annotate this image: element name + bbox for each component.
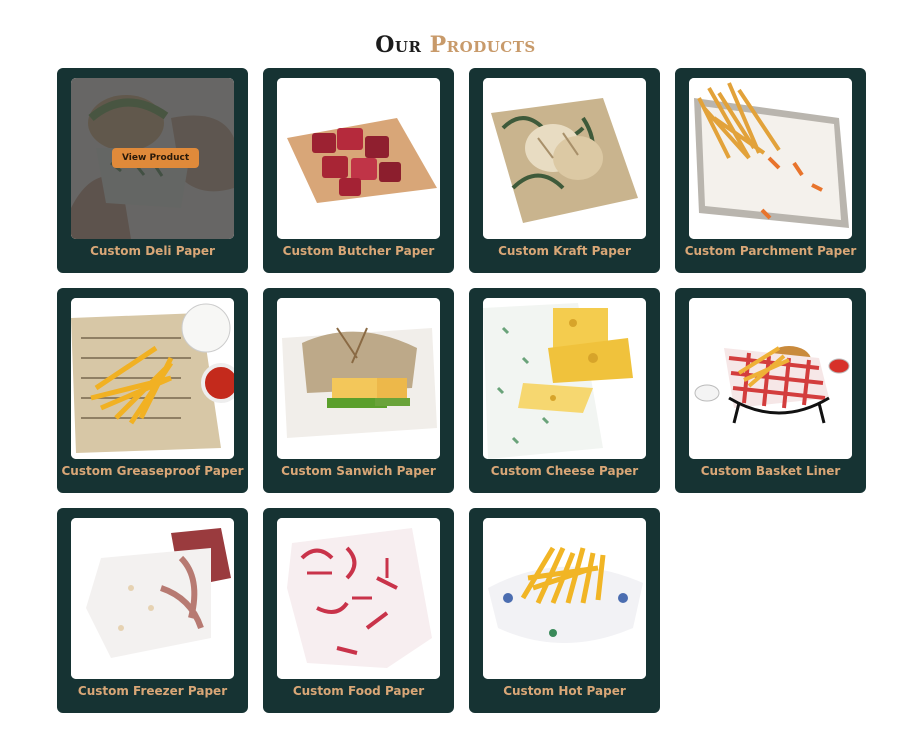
product-label[interactable]: Custom Sanwich Paper — [263, 464, 454, 478]
product-image-food-paper[interactable] — [277, 518, 440, 679]
product-card-greaseproof-paper[interactable]: Custom Greaseproof Paper — [57, 288, 248, 493]
product-label[interactable]: Custom Freezer Paper — [57, 684, 248, 698]
product-image-cheese-paper[interactable] — [483, 298, 646, 459]
product-card-butcher-paper[interactable]: Custom Butcher Paper — [263, 68, 454, 273]
product-grid: View Product Custom Deli Paper Custom Bu… — [57, 68, 866, 713]
product-image-deli-paper[interactable]: View Product — [71, 78, 234, 239]
product-label[interactable]: Custom Deli Paper — [57, 244, 248, 258]
product-image-freezer-paper[interactable] — [71, 518, 234, 679]
product-card-kraft-paper[interactable]: Custom Kraft Paper — [469, 68, 660, 273]
product-image-kraft-paper[interactable] — [483, 78, 646, 239]
heading-word-our: Our — [375, 32, 422, 59]
product-label[interactable]: Custom Butcher Paper — [263, 244, 454, 258]
product-card-parchment-paper[interactable]: Custom Parchment Paper — [675, 68, 866, 273]
product-label[interactable]: Custom Kraft Paper — [469, 244, 660, 258]
product-image-parchment-paper[interactable] — [689, 78, 852, 239]
product-label[interactable]: Custom Parchment Paper — [675, 244, 866, 258]
product-image-greaseproof-paper[interactable] — [71, 298, 234, 459]
product-card-cheese-paper[interactable]: Custom Cheese Paper — [469, 288, 660, 493]
product-image-hot-paper[interactable] — [483, 518, 646, 679]
product-image-sanwich-paper[interactable] — [277, 298, 440, 459]
product-card-sanwich-paper[interactable]: Custom Sanwich Paper — [263, 288, 454, 493]
product-card-hot-paper[interactable]: Custom Hot Paper — [469, 508, 660, 713]
view-product-button[interactable]: View Product — [112, 148, 200, 168]
product-image-butcher-paper[interactable] — [277, 78, 440, 239]
product-label[interactable]: Custom Basket Liner — [675, 464, 866, 478]
product-label[interactable]: Custom Greaseproof Paper — [57, 464, 248, 478]
product-card-deli-paper[interactable]: View Product Custom Deli Paper — [57, 68, 248, 273]
product-label[interactable]: Custom Food Paper — [263, 684, 454, 698]
section-heading: Our Products — [0, 32, 911, 58]
product-card-food-paper[interactable]: Custom Food Paper — [263, 508, 454, 713]
product-label[interactable]: Custom Cheese Paper — [469, 464, 660, 478]
heading-word-products: Products — [429, 32, 536, 59]
product-label[interactable]: Custom Hot Paper — [469, 684, 660, 698]
product-image-basket-liner[interactable] — [689, 298, 852, 459]
product-card-basket-liner[interactable]: Custom Basket Liner — [675, 288, 866, 493]
product-card-freezer-paper[interactable]: Custom Freezer Paper — [57, 508, 248, 713]
